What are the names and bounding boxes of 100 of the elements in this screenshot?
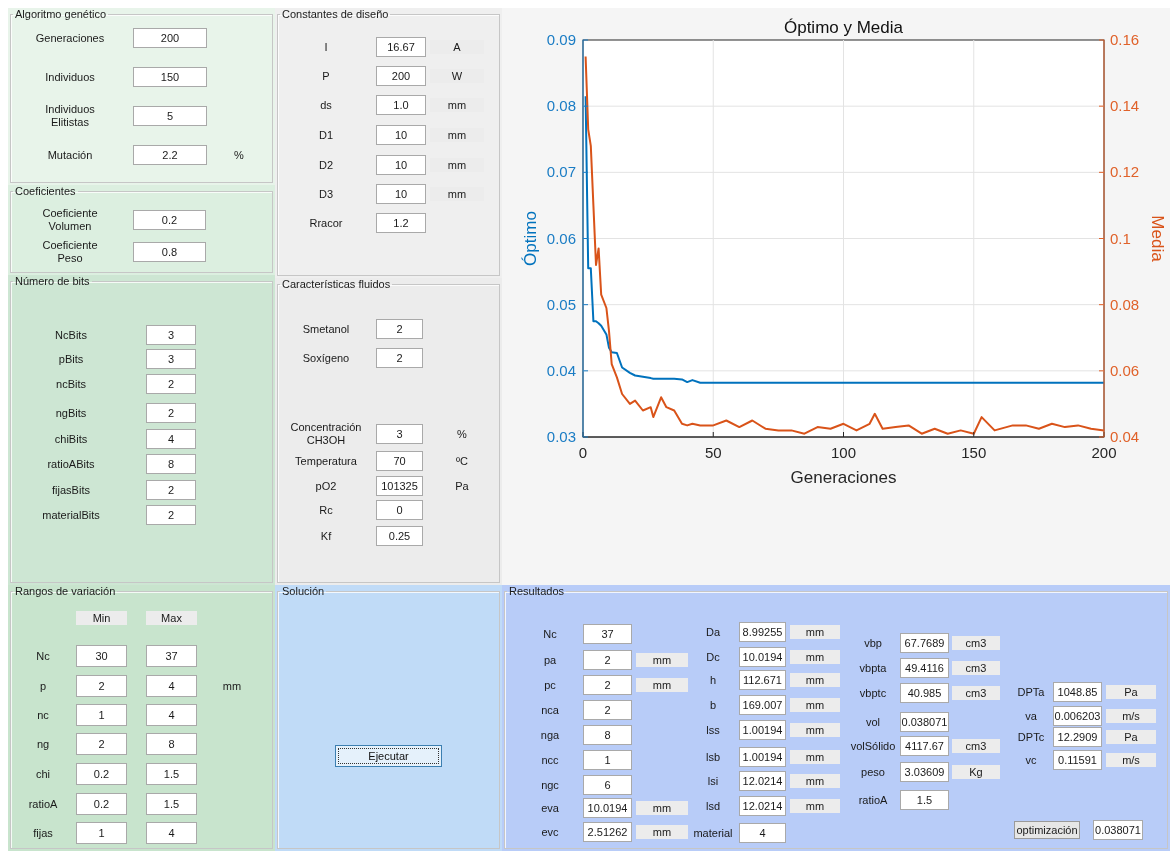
- input-field[interactable]: 1: [76, 704, 127, 726]
- input-field[interactable]: 1: [583, 750, 632, 770]
- input-field[interactable]: 8: [146, 454, 196, 474]
- unit-label: ºC: [456, 455, 468, 467]
- input-field[interactable]: 169.007: [739, 695, 786, 715]
- input-field[interactable]: 6: [583, 775, 632, 795]
- input-field[interactable]: 4: [146, 429, 196, 449]
- input-field[interactable]: 0.11591: [1053, 750, 1102, 770]
- input-field[interactable]: 16.67: [376, 37, 426, 57]
- input-field[interactable]: 0.2: [76, 793, 127, 815]
- input-field[interactable]: 0.8: [133, 242, 206, 262]
- input-field[interactable]: 112.671: [739, 670, 786, 690]
- input-field[interactable]: 2: [583, 675, 632, 695]
- input-field[interactable]: 2: [146, 403, 196, 423]
- input-field[interactable]: 4: [146, 822, 197, 844]
- input-field[interactable]: 1.5: [146, 793, 197, 815]
- input-field[interactable]: 0.006203: [1053, 706, 1102, 726]
- input-field[interactable]: 2: [146, 505, 196, 525]
- input-field[interactable]: 0.2: [133, 210, 206, 230]
- input-field[interactable]: 49.4116: [900, 658, 949, 678]
- input-field[interactable]: 2.51262: [583, 822, 632, 842]
- field-label: D3: [318, 187, 334, 201]
- input-field[interactable]: 2: [376, 348, 423, 368]
- input-field[interactable]: 37: [146, 645, 197, 667]
- input-field[interactable]: 3: [146, 349, 196, 369]
- field-label: Soxígeno: [302, 351, 350, 365]
- input-field[interactable]: 10.0194: [583, 798, 632, 818]
- input-field[interactable]: 3: [146, 325, 196, 345]
- input-field[interactable]: 2: [146, 480, 196, 500]
- input-field[interactable]: 200: [376, 66, 426, 86]
- input-field[interactable]: 2: [146, 374, 196, 394]
- input-field[interactable]: 1.0: [376, 95, 426, 115]
- input-field[interactable]: 1.5: [900, 790, 949, 810]
- field-label: ratioA: [858, 793, 888, 807]
- field-label: vol: [865, 715, 881, 729]
- input-field[interactable]: 2: [76, 733, 127, 755]
- field-label: optimización: [1014, 821, 1080, 839]
- input-field[interactable]: 2: [376, 319, 423, 339]
- input-field[interactable]: 8: [583, 725, 632, 745]
- field-label: lsi: [707, 774, 719, 788]
- field-label: eva: [541, 801, 559, 815]
- run-button[interactable]: Ejecutar: [335, 745, 442, 767]
- input-field[interactable]: 200: [133, 28, 207, 48]
- unit-label: mm: [636, 801, 688, 815]
- tick-label: 0.03: [546, 428, 576, 445]
- input-field[interactable]: 4: [146, 704, 197, 726]
- field-label: Individuos: [45, 70, 95, 84]
- input-field[interactable]: 0.25: [376, 526, 423, 546]
- field-label: vbpta: [859, 661, 887, 675]
- input-field[interactable]: 12.0214: [739, 796, 786, 816]
- input-field[interactable]: 12.2909: [1053, 727, 1102, 747]
- input-field[interactable]: 2: [583, 650, 632, 670]
- input-field[interactable]: 67.7689: [900, 633, 949, 653]
- input-field[interactable]: 1.00194: [739, 720, 786, 740]
- unit-label: cm3: [952, 686, 1000, 700]
- input-field[interactable]: 0.2: [76, 763, 127, 785]
- field-label: vbptc: [859, 686, 887, 700]
- unit-label: cm3: [952, 739, 1000, 753]
- input-field[interactable]: 1048.85: [1053, 682, 1102, 702]
- field-label: Rc: [319, 503, 333, 517]
- input-field[interactable]: 5: [133, 106, 207, 126]
- input-field[interactable]: 2: [76, 675, 127, 697]
- unit-label: m/s: [1106, 709, 1156, 723]
- input-field[interactable]: 10.0194: [739, 647, 786, 667]
- input-field[interactable]: 40.985: [900, 683, 949, 703]
- input-field[interactable]: 8: [146, 733, 197, 755]
- input-field[interactable]: 2: [583, 700, 632, 720]
- field-label: I: [324, 40, 328, 54]
- input-field[interactable]: 2.2: [133, 145, 207, 165]
- input-field[interactable]: 0.038071: [1093, 820, 1143, 840]
- input-field[interactable]: 101325: [376, 476, 423, 496]
- input-field[interactable]: 4117.67: [900, 736, 949, 756]
- input-field[interactable]: 4: [739, 823, 786, 843]
- field-label: Coeficiente Volumen: [42, 207, 98, 233]
- input-field[interactable]: 4: [146, 675, 197, 697]
- field-label: h: [709, 673, 717, 687]
- input-field[interactable]: 8.99255: [739, 622, 786, 642]
- field-label: Individuos Elitistas: [45, 103, 95, 129]
- unit-label: mm: [790, 774, 840, 788]
- input-field[interactable]: 0: [376, 500, 423, 520]
- input-field[interactable]: 1.2: [376, 213, 426, 233]
- input-field[interactable]: 10: [376, 155, 426, 175]
- field-label: p: [39, 679, 47, 693]
- input-field[interactable]: 150: [133, 67, 207, 87]
- field-label: pBits: [58, 352, 84, 366]
- field-label: Temperatura: [295, 454, 357, 468]
- input-field[interactable]: 1.5: [146, 763, 197, 785]
- input-field[interactable]: 30: [76, 645, 127, 667]
- input-field[interactable]: 1: [76, 822, 127, 844]
- input-field[interactable]: 12.0214: [739, 771, 786, 791]
- input-field[interactable]: 1.00194: [739, 747, 786, 767]
- input-field[interactable]: 3: [376, 424, 423, 444]
- input-field[interactable]: 10: [376, 184, 426, 204]
- input-field[interactable]: 0.038071: [900, 712, 949, 732]
- input-field[interactable]: 10: [376, 125, 426, 145]
- input-field[interactable]: 3.03609: [900, 762, 949, 782]
- input-field[interactable]: 37: [583, 624, 632, 644]
- column-header: Max: [146, 611, 197, 625]
- input-field[interactable]: 70: [376, 451, 423, 471]
- field-label: DPTc: [1017, 730, 1045, 744]
